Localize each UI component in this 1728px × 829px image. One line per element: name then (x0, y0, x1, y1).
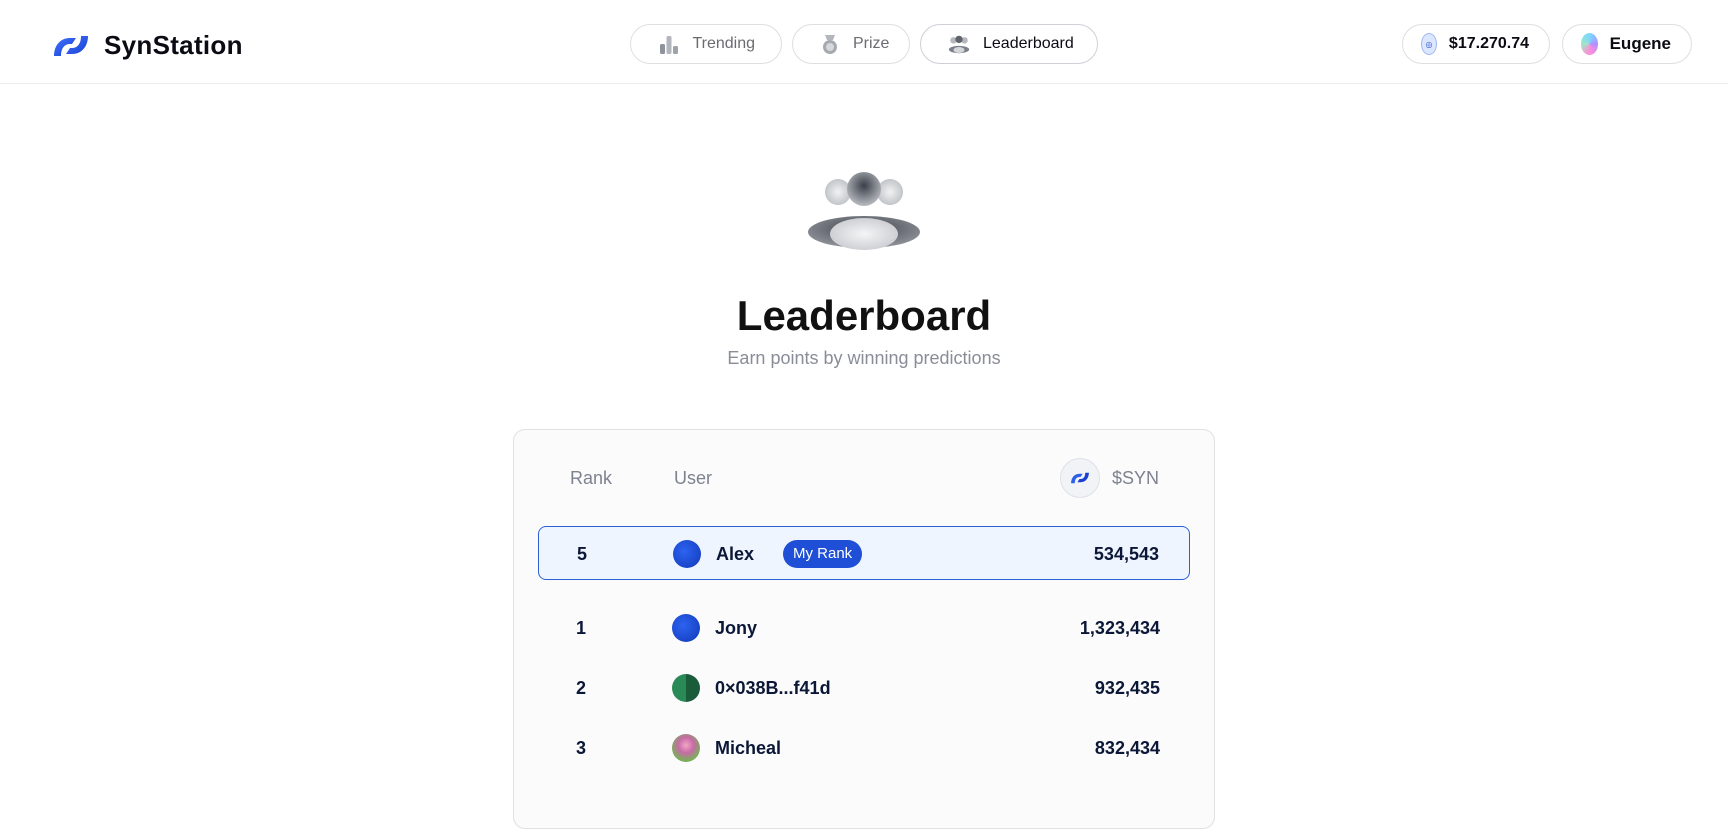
brand-logo[interactable]: SynStation (50, 30, 243, 61)
syn-coin-icon (1059, 458, 1100, 498)
coin-icon: ◎ (1421, 33, 1437, 55)
points-value: 534,543 (1093, 544, 1159, 564)
table-header: Rank User $SYN (514, 430, 1214, 522)
rank-cell: 3 (575, 738, 586, 758)
avatar (672, 734, 700, 762)
my-rank-row[interactable]: 5 Alex My Rank 534,543 (538, 526, 1190, 580)
tab-prize[interactable]: Prize (792, 24, 910, 64)
table-row[interactable]: 2 0×038B...f41d 932,435 (538, 661, 1190, 715)
user-name[interactable]: Alex (716, 527, 754, 581)
user-name[interactable]: Micheal (715, 721, 781, 775)
tab-prize-label: Prize (853, 35, 890, 52)
bar-chart-icon (657, 32, 680, 56)
column-header-rank: Rank (570, 468, 613, 488)
avatar (672, 614, 700, 642)
column-header-syn-label: $SYN (1111, 467, 1159, 488)
rank-cell: 2 (575, 678, 586, 698)
rank-cell: 5 (576, 544, 587, 564)
users-icon (947, 32, 971, 56)
leaderboard-table: Rank User $SYN 5 Alex My Rank 534,543 1 … (513, 429, 1215, 829)
top-navbar: SynStation Trending Prize Leaderboard ◎ … (0, 0, 1728, 84)
avatar (673, 540, 701, 568)
balance-value: $17.270.74 (1448, 35, 1529, 52)
brand-name: SynStation (104, 30, 243, 60)
column-header-user: User (674, 468, 713, 488)
tab-trending[interactable]: Trending (630, 24, 782, 64)
rank-cell: 1 (575, 618, 586, 638)
main-nav: Trending Prize Leaderboard (630, 24, 1098, 64)
account-area: ◎ $17.270.74 Eugene (1402, 24, 1692, 64)
points-value: 832,434 (1094, 738, 1160, 758)
table-row[interactable]: 1 Jony 1,323,434 (538, 601, 1190, 655)
column-header-syn: $SYN (1059, 458, 1159, 498)
synstation-logo-icon (54, 35, 88, 56)
user-name[interactable]: Jony (715, 601, 757, 655)
user-menu-button[interactable]: Eugene (1562, 24, 1692, 64)
page-subtitle: Earn points by winning predictions (727, 348, 1001, 368)
points-value: 1,323,434 (1079, 618, 1160, 638)
user-name[interactable]: 0×038B...f41d (715, 661, 831, 715)
points-value: 932,435 (1094, 678, 1160, 698)
tab-trending-label: Trending (692, 35, 755, 52)
medal-icon (819, 32, 841, 56)
balance-button[interactable]: ◎ $17.270.74 (1402, 24, 1550, 64)
page-title: Leaderboard (736, 292, 992, 339)
table-row[interactable]: 3 Micheal 832,434 (538, 721, 1190, 775)
users-group-icon (808, 172, 920, 250)
my-rank-badge: My Rank (783, 540, 863, 568)
username: Eugene (1609, 34, 1671, 53)
tab-leaderboard[interactable]: Leaderboard (920, 24, 1098, 64)
gradient-avatar-icon (1581, 33, 1598, 55)
avatar (672, 674, 700, 702)
tab-leaderboard-label: Leaderboard (983, 35, 1074, 52)
